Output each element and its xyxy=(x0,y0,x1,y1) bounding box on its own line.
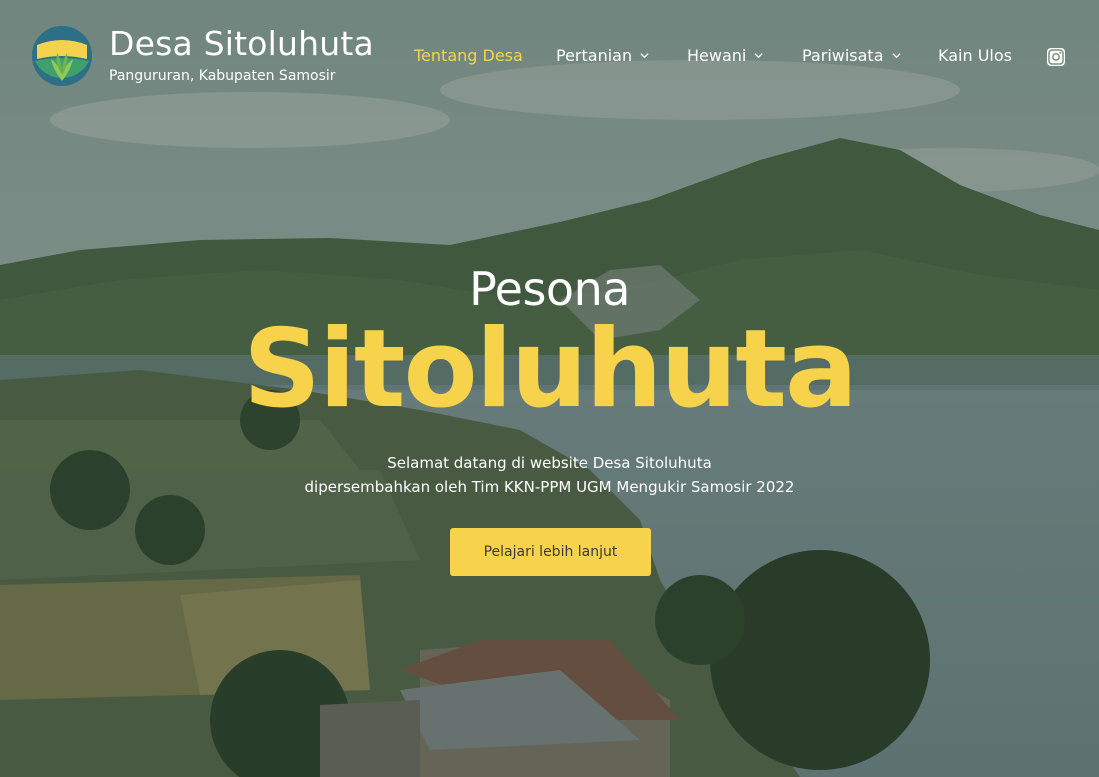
nav-item-kain-ulos[interactable]: Kain Ulos xyxy=(938,46,1012,65)
instagram-icon[interactable] xyxy=(1046,47,1066,67)
hero-headline: Sitoluhuta xyxy=(243,307,858,432)
site-tagline: Pangururan, Kabupaten Samosir xyxy=(109,68,336,84)
nav-item-label: Tentang Desa xyxy=(414,46,523,65)
chevron-down-icon xyxy=(640,53,649,59)
nav-item-pariwisata[interactable]: Pariwisata xyxy=(802,46,901,65)
site-header: Desa Sitoluhuta Pangururan, Kabupaten Sa… xyxy=(0,0,1099,110)
hero-description-line: Selamat datang di website Desa Sitoluhut… xyxy=(387,454,712,472)
nav-item-label: Hewani xyxy=(687,46,747,65)
hero-description: Selamat datang di website Desa Sitoluhut… xyxy=(0,451,1099,499)
chevron-down-icon xyxy=(891,53,901,59)
nav-item-pertanian[interactable]: Pertanian xyxy=(556,46,649,65)
nav-item-label: Pariwisata xyxy=(802,46,884,65)
nav-item-label: Kain Ulos xyxy=(938,46,1012,65)
nav-item-label: Pertanian xyxy=(556,46,633,65)
learn-more-button[interactable]: Pelajari lebih lanjut xyxy=(450,528,651,576)
hero-description-line: dipersembahkan oleh Tim KKN-PPM UGM Meng… xyxy=(304,478,795,496)
nav-item-hewani[interactable]: Hewani xyxy=(687,46,763,65)
chevron-down-icon xyxy=(754,53,763,59)
site-title[interactable]: Desa Sitoluhuta xyxy=(109,24,374,63)
nav-item-tentang-desa[interactable]: Tentang Desa xyxy=(414,46,523,65)
village-logo-icon[interactable] xyxy=(31,25,93,87)
